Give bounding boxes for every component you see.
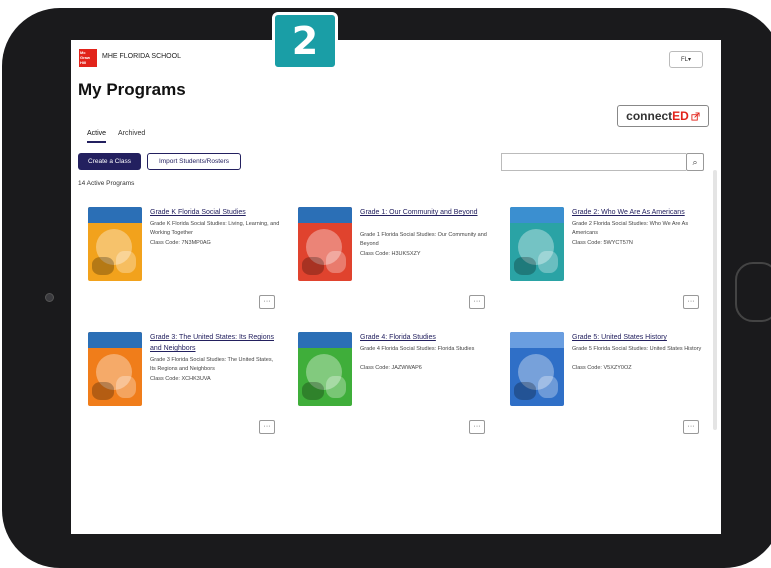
tab-active[interactable]: Active: [87, 130, 107, 143]
class-code: Class Code: XCHK3UVA: [150, 376, 211, 382]
book-cover-image[interactable]: [298, 332, 352, 406]
tab-archived[interactable]: Archived: [118, 130, 145, 141]
program-title-link[interactable]: Grade 2: Who We Are As Americans: [572, 207, 702, 218]
search-input[interactable]: [501, 153, 686, 171]
external-link-icon: [691, 111, 700, 121]
scrollbar[interactable]: [713, 170, 717, 430]
app-screen: Mc Graw Hill MHE FLORIDA SCHOOL FL▾ My P…: [71, 40, 721, 534]
create-class-button[interactable]: Create a Class: [78, 153, 141, 170]
state-dropdown[interactable]: FL▾: [669, 51, 703, 68]
step-number-badge: 2: [272, 12, 338, 70]
more-options-button[interactable]: ···: [469, 295, 485, 309]
connected-ed-text: ED: [672, 109, 689, 123]
class-code: Class Code: V5XZY0OZ: [572, 365, 632, 371]
program-card[interactable]: Grade 5: United States History Grade 5 Fl…: [501, 332, 706, 452]
connected-link-button[interactable]: connect ED: [617, 105, 709, 127]
program-count: 14 Active Programs: [78, 180, 135, 187]
search-icon[interactable]: ⌕: [686, 153, 704, 171]
book-cover-image[interactable]: [298, 207, 352, 281]
book-cover-image[interactable]: [88, 207, 142, 281]
class-code: Class Code: JAZWWAP6: [360, 365, 422, 371]
program-description: Grade 5 Florida Social Studies: United S…: [572, 346, 702, 352]
class-code: Class Code: 7N3MP0AG: [150, 240, 211, 246]
mcgraw-hill-logo: Mc Graw Hill: [79, 49, 97, 67]
connected-text: connect: [626, 109, 673, 123]
school-name: MHE FLORIDA SCHOOL: [102, 53, 181, 60]
more-options-button[interactable]: ···: [259, 420, 275, 434]
tablet-home-button[interactable]: [735, 262, 771, 322]
book-cover-image[interactable]: [88, 332, 142, 406]
book-cover-image[interactable]: [510, 207, 564, 281]
book-cover-image[interactable]: [510, 332, 564, 406]
program-title-link[interactable]: Grade K Florida Social Studies: [150, 207, 280, 218]
program-title-link[interactable]: Grade 1: Our Community and Beyond: [360, 207, 490, 218]
program-description: Grade 3 Florida Social Studies: The Unit…: [150, 357, 274, 372]
top-bar: Mc Graw Hill MHE FLORIDA SCHOOL FL▾: [71, 40, 721, 80]
import-students-button[interactable]: Import Students/Rosters: [147, 153, 241, 170]
program-description: Grade 1 Florida Social Studies: Our Comm…: [360, 232, 487, 247]
program-title-link[interactable]: Grade 5: United States History: [572, 332, 702, 343]
program-card[interactable]: Grade 1: Our Community and Beyond Grade 1…: [289, 207, 494, 327]
program-title-link[interactable]: Grade 4: Florida Studies: [360, 332, 490, 343]
more-options-button[interactable]: ···: [469, 420, 485, 434]
tablet-camera: [45, 293, 54, 302]
program-card[interactable]: Grade K Florida Social Studies Grade K Fl…: [79, 207, 284, 327]
class-code: Class Code: 5WYCT57N: [572, 240, 633, 246]
program-description: Grade 4 Florida Social Studies: Florida …: [360, 346, 475, 352]
more-options-button[interactable]: ···: [683, 295, 699, 309]
program-description: Grade K Florida Social Studies: Living, …: [150, 221, 280, 236]
page-title: My Programs: [78, 80, 186, 99]
program-card[interactable]: Grade 2: Who We Are As Americans Grade 2 …: [501, 207, 706, 327]
more-options-button[interactable]: ···: [259, 295, 275, 309]
program-card[interactable]: Grade 3: The United States: Its Regions …: [79, 332, 284, 452]
more-options-button[interactable]: ···: [683, 420, 699, 434]
program-title-link[interactable]: Grade 3: The United States: Its Regions …: [150, 332, 280, 354]
class-code: Class Code: H3UKSXZY: [360, 251, 421, 257]
program-description: Grade 2 Florida Social Studies: Who We A…: [572, 221, 689, 236]
program-tabs: Active Archived: [87, 130, 155, 143]
program-card[interactable]: Grade 4: Florida Studies Grade 4 Florida …: [289, 332, 494, 452]
screenshot-frame: Mc Graw Hill MHE FLORIDA SCHOOL FL▾ My P…: [0, 0, 771, 568]
